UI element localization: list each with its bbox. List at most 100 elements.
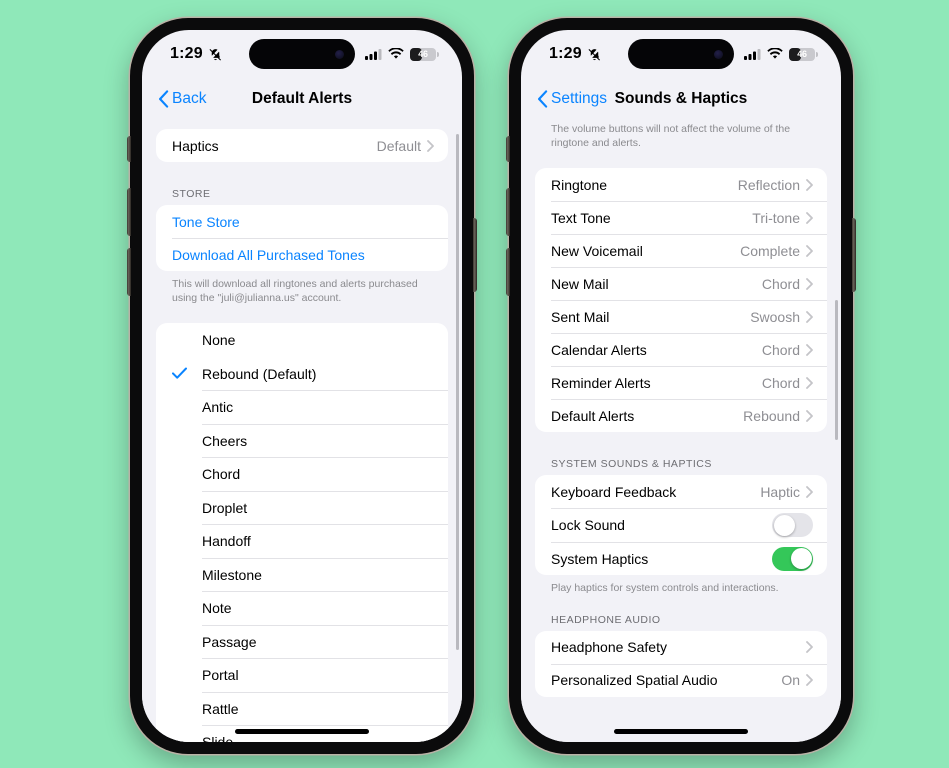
row-system-haptics[interactable]: System Haptics bbox=[535, 541, 827, 576]
chevron-right-icon bbox=[806, 277, 813, 290]
chevron-right-icon bbox=[806, 178, 813, 191]
system-group: Keyboard Feedback Haptic Lock Sound System … bbox=[535, 475, 827, 576]
row-new-voicemail-value: Complete bbox=[740, 242, 800, 259]
nav-bar-left: Back Default Alerts bbox=[142, 78, 462, 120]
status-bar-left: 1:29 46 bbox=[142, 30, 462, 78]
tone-name-rebound-default: Rebound (Default) bbox=[202, 365, 317, 382]
tone-row-passage[interactable]: Passage bbox=[156, 624, 448, 659]
row-reminder-alerts[interactable]: Reminder Alerts Chord bbox=[535, 366, 827, 399]
row-download-all-purchased-tones[interactable]: Download All Purchased Tones bbox=[156, 238, 448, 271]
row-lock-sound-label: Lock Sound bbox=[551, 517, 625, 534]
row-headphone-safety[interactable]: Headphone Safety bbox=[535, 631, 827, 664]
row-text-tone[interactable]: Text Tone Tri-tone bbox=[535, 201, 827, 234]
volume-up-button-left[interactable] bbox=[127, 188, 131, 236]
chevron-right-icon bbox=[806, 376, 813, 389]
tone-name-portal: Portal bbox=[202, 667, 239, 684]
nav-bar-right: Settings Sounds & Haptics bbox=[521, 78, 841, 120]
status-icons-left: 46 bbox=[365, 47, 439, 61]
status-icons-right: 46 bbox=[744, 47, 818, 61]
toggle-knob bbox=[790, 548, 812, 570]
screen-left: 1:29 46 Back Default Alerts Haptics Defa… bbox=[142, 30, 462, 742]
row-calendar-alerts[interactable]: Calendar Alerts Chord bbox=[535, 333, 827, 366]
volume-up-button-right[interactable] bbox=[506, 188, 510, 236]
tone-row-cheers[interactable]: Cheers bbox=[156, 423, 448, 458]
back-button-right[interactable]: Settings bbox=[537, 90, 607, 108]
settings-list-left[interactable]: Haptics Default STORE Tone Store Downloa… bbox=[142, 120, 462, 742]
toggle-knob bbox=[773, 514, 795, 536]
tone-row-portal[interactable]: Portal bbox=[156, 658, 448, 692]
checkmark-icon bbox=[172, 367, 187, 379]
tone-row-antic[interactable]: Antic bbox=[156, 390, 448, 424]
tone-name-antic: Antic bbox=[202, 399, 234, 416]
row-haptics[interactable]: Haptics Default bbox=[156, 129, 448, 162]
back-button-label-left: Back bbox=[172, 90, 207, 107]
toggle-system-haptics[interactable] bbox=[772, 546, 813, 571]
status-time-left: 1:29 bbox=[170, 45, 223, 63]
row-reminder-alerts-value: Chord bbox=[761, 374, 800, 391]
tone-row-rattle[interactable]: Rattle bbox=[156, 691, 448, 726]
row-lock-sound[interactable]: Lock Sound bbox=[535, 508, 827, 542]
system-footer-note: Play haptics for system controls and int… bbox=[551, 582, 779, 595]
row-new-mail[interactable]: New Mail Chord bbox=[535, 267, 827, 300]
row-default-alerts-value: Rebound bbox=[743, 407, 800, 424]
row-headphone-safety-label: Headphone Safety bbox=[551, 639, 667, 656]
tone-row-chord[interactable]: Chord bbox=[156, 457, 448, 491]
chevron-right-icon bbox=[806, 641, 813, 653]
screenshot-stage: 1:29 46 Back Default Alerts Haptics Defa… bbox=[0, 0, 949, 768]
row-sent-mail[interactable]: Sent Mail Swoosh bbox=[535, 300, 827, 333]
wifi-icon bbox=[388, 48, 404, 59]
tone-row-milestone[interactable]: Milestone bbox=[156, 557, 448, 592]
chevron-right-icon bbox=[806, 310, 813, 323]
row-default-alerts[interactable]: Default Alerts Rebound bbox=[535, 399, 827, 432]
row-personalized-spatial-audio[interactable]: Personalized Spatial Audio On bbox=[535, 663, 827, 697]
chevron-right-icon bbox=[806, 485, 813, 498]
tone-row-handoff[interactable]: Handoff bbox=[156, 524, 448, 558]
row-keyboard-feedback-label: Keyboard Feedback bbox=[551, 483, 677, 500]
chevron-right-icon bbox=[806, 343, 813, 356]
battery-indicator-left: 46 bbox=[410, 47, 439, 61]
phone-left: 1:29 46 Back Default Alerts Haptics Defa… bbox=[127, 18, 477, 754]
headphone-audio-header: HEADPHONE AUDIO bbox=[551, 613, 661, 626]
tone-name-note: Note bbox=[202, 600, 232, 617]
status-time-text-left: 1:29 bbox=[170, 45, 203, 62]
mute-action-button-left[interactable] bbox=[127, 136, 131, 162]
back-button-left[interactable]: Back bbox=[158, 90, 206, 108]
toggle-lock-sound[interactable] bbox=[772, 513, 813, 538]
battery-indicator-right: 46 bbox=[789, 47, 818, 61]
power-button-left[interactable] bbox=[473, 218, 477, 292]
scrollbar-right[interactable] bbox=[835, 300, 838, 440]
home-indicator-left bbox=[235, 729, 369, 734]
row-keyboard-feedback[interactable]: Keyboard Feedback Haptic bbox=[535, 475, 827, 508]
tone-name-milestone: Milestone bbox=[202, 566, 262, 583]
row-text-tone-label: Text Tone bbox=[551, 209, 611, 226]
tone-row-note[interactable]: Note bbox=[156, 591, 448, 625]
front-camera-icon-right bbox=[714, 49, 723, 59]
scrollbar-left[interactable] bbox=[456, 134, 459, 650]
row-ringtone[interactable]: Ringtone Reflection bbox=[535, 168, 827, 201]
row-tone-store[interactable]: Tone Store bbox=[156, 205, 448, 238]
chevron-right-icon bbox=[806, 409, 813, 422]
tone-row-rebound-default[interactable]: Rebound (Default) bbox=[156, 357, 448, 391]
tone-name-slide: Slide bbox=[202, 734, 448, 742]
volume-down-button-right[interactable] bbox=[506, 248, 510, 296]
tones-group: Rebound (Default) Antic Cheers Chord Droplet… bbox=[156, 356, 448, 742]
wifi-icon bbox=[767, 48, 783, 59]
row-calendar-alerts-value: Chord bbox=[761, 341, 800, 358]
tone-check-rebound-default bbox=[172, 367, 202, 380]
row-new-mail-value: Chord bbox=[761, 275, 800, 292]
settings-list-right[interactable]: The volume buttons will not affect the v… bbox=[521, 120, 841, 742]
row-new-mail-label: New Mail bbox=[551, 275, 609, 292]
tone-name-droplet: Droplet bbox=[202, 499, 248, 516]
tone-row-droplet[interactable]: Droplet bbox=[156, 490, 448, 525]
power-button-right[interactable] bbox=[852, 218, 856, 292]
chevron-right-icon bbox=[806, 244, 813, 257]
tone-row-none[interactable]: None bbox=[156, 323, 448, 357]
row-tone-store-label: Tone Store bbox=[172, 213, 240, 230]
volume-down-button-left[interactable] bbox=[127, 248, 131, 296]
dynamic-island-right bbox=[628, 39, 734, 69]
row-new-voicemail[interactable]: New Voicemail Complete bbox=[535, 234, 827, 267]
status-time-right: 1:29 bbox=[549, 45, 602, 63]
store-group: Tone Store Download All Purchased Tones bbox=[156, 205, 448, 271]
mute-action-button-right[interactable] bbox=[506, 136, 510, 162]
row-personalized-spatial-audio-label: Personalized Spatial Audio bbox=[551, 672, 718, 689]
